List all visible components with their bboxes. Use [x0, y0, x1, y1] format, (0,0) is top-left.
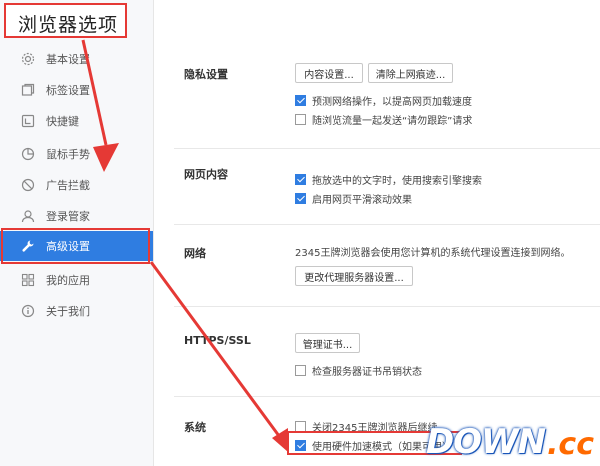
- settings-content: 隐私设置 内容设置... 清除上网痕迹... 预测网络操作，以提高网页加载速度 …: [154, 0, 600, 466]
- sidebar-item-label: 标签设置: [46, 84, 90, 97]
- sidebar-item-mouse-gesture[interactable]: 鼠标手势: [0, 139, 153, 169]
- sidebar-item-label: 广告拦截: [46, 179, 90, 192]
- predict-network-label: 预测网络操作，以提高网页加载速度: [312, 97, 472, 108]
- watermark-logo: DOWN .cc: [426, 422, 594, 462]
- do-not-track-checkbox[interactable]: [295, 114, 306, 125]
- smooth-scroll-checkbox[interactable]: [295, 193, 306, 204]
- mouse-icon: [20, 146, 36, 162]
- user-icon: [20, 208, 36, 224]
- manage-certificates-button[interactable]: 管理证书...: [295, 333, 360, 353]
- section-divider: [174, 148, 600, 149]
- web-content-section-title: 网页内容: [184, 168, 228, 181]
- smooth-scroll-option[interactable]: 启用网页平滑滚动效果: [295, 191, 412, 206]
- sidebar-item-shortcuts[interactable]: 快捷键: [0, 106, 153, 136]
- gear-icon: [20, 51, 36, 67]
- sidebar-item-basic[interactable]: 基本设置: [0, 44, 153, 74]
- drag-search-label: 拖放选中的文字时，使用搜索引擎搜索: [312, 176, 482, 187]
- section-divider: [174, 396, 600, 397]
- privacy-section-title: 隐私设置: [184, 68, 228, 81]
- sidebar: 浏览器选项 基本设置 标签设置 快捷键 鼠标手势 广告拦截 登录管家 高级设置 …: [0, 0, 154, 466]
- keyboard-icon: [20, 113, 36, 129]
- content-settings-button[interactable]: 内容设置...: [295, 63, 363, 83]
- check-revocation-checkbox[interactable]: [295, 365, 306, 376]
- smooth-scroll-label: 启用网页平滑滚动效果: [312, 195, 412, 206]
- check-revocation-option[interactable]: 检查服务器证书吊销状态: [295, 363, 422, 378]
- tabs-icon: [20, 82, 36, 98]
- section-divider: [174, 306, 600, 307]
- sidebar-item-label: 快捷键: [46, 115, 79, 128]
- network-description: 2345王牌浏览器会使用您计算机的系统代理设置连接到网络。: [295, 248, 571, 259]
- title-highlight-box: 浏览器选项: [4, 3, 127, 38]
- clear-history-button[interactable]: 清除上网痕迹...: [368, 63, 453, 83]
- sidebar-item-adblock[interactable]: 广告拦截: [0, 170, 153, 200]
- apps-icon: [20, 272, 36, 288]
- drag-search-option[interactable]: 拖放选中的文字时，使用搜索引擎搜索: [295, 172, 482, 187]
- sidebar-item-label: 登录管家: [46, 210, 90, 223]
- drag-search-checkbox[interactable]: [295, 174, 306, 185]
- sidebar-item-about[interactable]: 关于我们: [0, 296, 153, 326]
- sidebar-item-login-manager[interactable]: 登录管家: [0, 201, 153, 231]
- sidebar-item-label: 高级设置: [46, 240, 90, 253]
- section-divider: [174, 224, 600, 225]
- block-icon: [20, 177, 36, 193]
- sidebar-item-label: 关于我们: [46, 305, 90, 318]
- predict-network-option[interactable]: 预测网络操作，以提高网页加载速度: [295, 93, 472, 108]
- wrench-icon: [20, 238, 36, 254]
- network-section-title: 网络: [184, 247, 206, 260]
- system-section-title: 系统: [184, 421, 206, 434]
- sidebar-item-label: 我的应用: [46, 274, 90, 287]
- proxy-settings-button[interactable]: 更改代理服务器设置...: [295, 266, 413, 286]
- sidebar-item-my-apps[interactable]: 我的应用: [0, 265, 153, 295]
- check-revocation-label: 检查服务器证书吊销状态: [312, 367, 422, 378]
- sidebar-item-label: 鼠标手势: [46, 148, 90, 161]
- watermark-suffix: .cc: [547, 427, 594, 462]
- sidebar-item-label: 基本设置: [46, 53, 90, 66]
- sidebar-item-tabs[interactable]: 标签设置: [0, 75, 153, 105]
- do-not-track-label: 随浏览流量一起发送“请勿跟踪”请求: [312, 116, 473, 127]
- window-title: 浏览器选项: [18, 14, 119, 36]
- do-not-track-option[interactable]: 随浏览流量一起发送“请勿跟踪”请求: [295, 112, 472, 127]
- watermark-main: DOWN: [425, 422, 546, 462]
- predict-network-checkbox[interactable]: [295, 95, 306, 106]
- https-section-title: HTTPS/SSL: [184, 334, 251, 347]
- sidebar-item-advanced[interactable]: 高级设置: [0, 231, 153, 261]
- info-icon: [20, 303, 36, 319]
